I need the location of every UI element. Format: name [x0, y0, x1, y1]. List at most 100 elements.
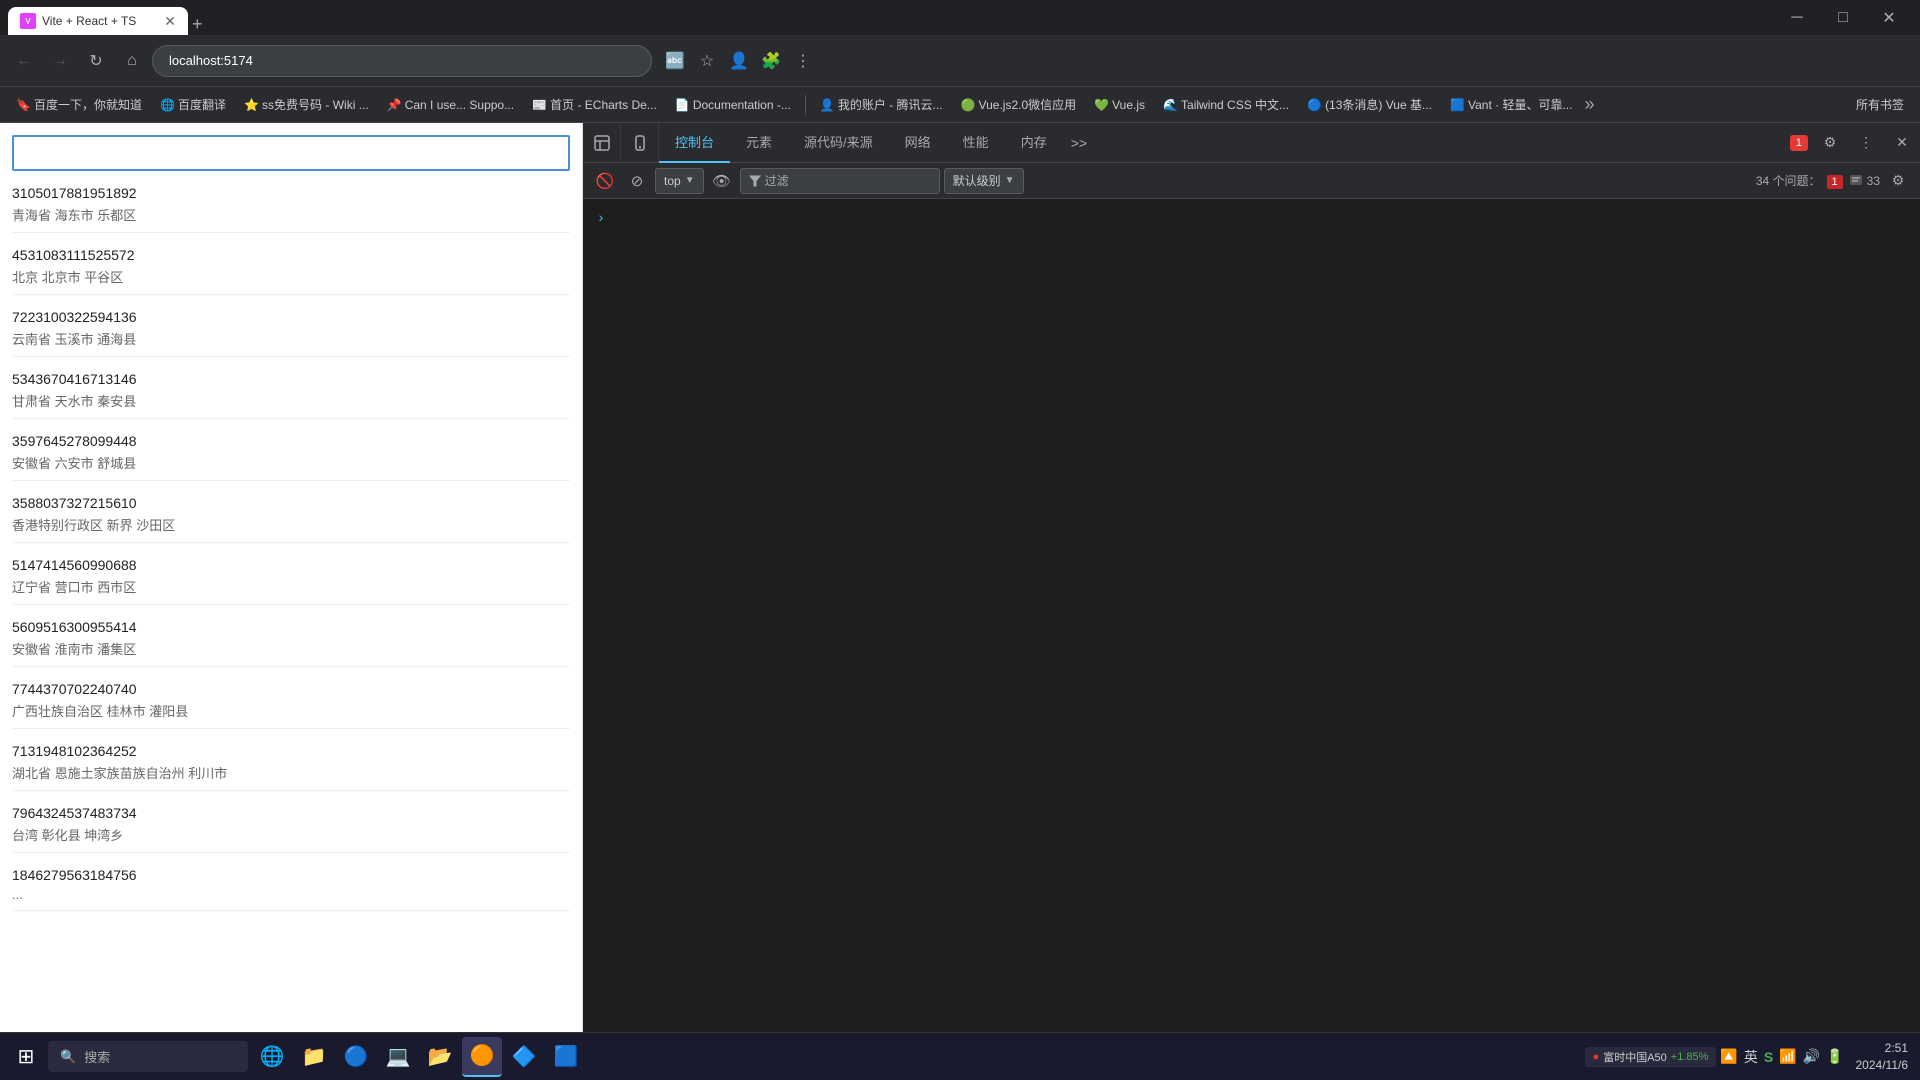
bookmark-icon[interactable]: ☆	[692, 46, 722, 76]
all-bookmarks-button[interactable]: 所有书签	[1848, 92, 1912, 117]
reload-button[interactable]: ↻	[80, 45, 112, 77]
devtools-tab-1[interactable]: 元素	[730, 123, 788, 163]
bookmark-favicon-11: 🟦	[1450, 98, 1464, 112]
console-filter-button[interactable]: ⊘	[623, 167, 651, 195]
close-button[interactable]: ✕	[1866, 0, 1912, 35]
bookmark-label-8: Vue.js	[1112, 98, 1145, 112]
settings-icon[interactable]: ⋮	[788, 46, 818, 76]
log-level-label: 默认级别	[953, 172, 1001, 189]
devtools-tab-3[interactable]: 网络	[889, 123, 947, 163]
address-bar: ← → ↻ ⌂ 🔤 ☆ 👤 🧩 ⋮	[0, 35, 1920, 87]
bookmark-favicon-0: 🔖	[16, 98, 30, 112]
address-input[interactable]	[152, 45, 652, 77]
bookmark-item-9[interactable]: 🌊 Tailwind CSS 中文...	[1155, 92, 1297, 117]
minimize-button[interactable]: ─	[1774, 0, 1820, 35]
list-item: 5609516300955414 安徽省 淮南市 潘集区	[12, 605, 570, 667]
warning-count-label: 33	[1849, 174, 1880, 188]
extensions-icon[interactable]: 🧩	[756, 46, 786, 76]
bookmark-label-0: 百度一下，你就知道	[34, 96, 142, 113]
back-button[interactable]: ←	[8, 45, 40, 77]
system-clock[interactable]: 2:51 2024/11/6	[1856, 1040, 1909, 1074]
devtools-more-tabs-button[interactable]: >>	[1063, 135, 1095, 151]
inspect-element-button[interactable]	[583, 123, 621, 163]
sogou-icon[interactable]: S	[1764, 1049, 1773, 1065]
network-icon[interactable]: 📶	[1779, 1048, 1796, 1065]
battery-icon[interactable]: 🔋	[1826, 1048, 1843, 1065]
devtools-tab-5[interactable]: 内存	[1005, 123, 1063, 163]
bookmark-favicon-8: 💚	[1094, 98, 1108, 112]
bookmark-item-7[interactable]: 🟢 Vue.js2.0微信应用	[953, 92, 1085, 117]
bookmark-item-11[interactable]: 🟦 Vant · 轻量、可靠...	[1442, 92, 1580, 117]
bookmark-separator	[805, 95, 806, 115]
data-address-1: 北京 北京市 平谷区	[12, 267, 570, 286]
devtools-tab-label-1: 元素	[746, 132, 772, 151]
bookmark-item-3[interactable]: 📌 Can I use... Suppo...	[379, 94, 522, 116]
chevron-up-icon[interactable]: 🔼	[1720, 1048, 1737, 1065]
new-tab-button[interactable]: +	[192, 14, 203, 35]
stock-indicator[interactable]: ● 富时中国A50 +1.85%	[1585, 1047, 1717, 1067]
taskbar-search[interactable]: 🔍 搜索	[48, 1041, 248, 1072]
data-address-5: 香港特别行政区 新界 沙田区	[12, 515, 570, 534]
log-level-selector[interactable]: 默认级别 ▼	[944, 168, 1024, 194]
user-icon[interactable]: 👤	[724, 46, 754, 76]
error-count: 1	[1796, 137, 1802, 149]
devtools-more-button[interactable]: ⋮	[1848, 123, 1884, 163]
title-bar: V Vite + React + TS ✕ + ─ □ ✕	[0, 0, 1920, 35]
volume-icon[interactable]: 🔊	[1803, 1048, 1820, 1065]
console-clear-button[interactable]: 🚫	[591, 167, 619, 195]
list-item: 5147414560990688 辽宁省 营口市 西市区	[12, 543, 570, 605]
bookmark-item-5[interactable]: 📄 Documentation -...	[667, 94, 799, 116]
devtools-tab-0[interactable]: 控制台	[659, 123, 730, 163]
forward-button[interactable]: →	[44, 45, 76, 77]
bookmark-item-1[interactable]: 🌐 百度翻译	[152, 92, 234, 117]
bookmark-label-10: (13条消息) Vue 基...	[1325, 96, 1432, 113]
list-item: 3105017881951892 青海省 海东市 乐都区	[12, 171, 570, 233]
chrome-button[interactable]: 🟠	[462, 1037, 502, 1077]
data-address-0: 青海省 海东市 乐都区	[12, 205, 570, 224]
eye-icon[interactable]: 👁	[708, 167, 736, 195]
bookmark-item-8[interactable]: 💚 Vue.js	[1086, 94, 1153, 116]
list-item: 3597645278099448 安徽省 六安市 舒城县	[12, 419, 570, 481]
terminal-button[interactable]: 🟦	[546, 1037, 586, 1077]
device-mode-button[interactable]	[621, 123, 659, 163]
vscode-button[interactable]: 🔷	[504, 1037, 544, 1077]
data-id-1: 4531083111525572	[12, 247, 570, 263]
bookmark-favicon-3: 📌	[387, 98, 401, 112]
bookmark-item-6[interactable]: 👤 我的账户 - 腾讯云...	[812, 92, 951, 117]
file-explorer-button[interactable]: 📁	[294, 1037, 334, 1077]
console-filter-input[interactable]: 过滤	[740, 168, 940, 194]
devtools-tab-2[interactable]: 源代码/来源	[788, 123, 889, 163]
bookmark-item-0[interactable]: 🔖 百度一下，你就知道	[8, 92, 150, 117]
devtools-right-icons: 1 ⚙ ⋮ ✕	[1790, 123, 1920, 163]
context-selector[interactable]: top ▼	[655, 168, 704, 194]
bookmark-item-10[interactable]: 🔵 (13条消息) Vue 基...	[1299, 92, 1440, 117]
maximize-button[interactable]: □	[1820, 0, 1866, 35]
console-expand-button[interactable]: ›	[591, 207, 611, 227]
translate-icon[interactable]: 🔤	[660, 46, 690, 76]
devtools-tab-4[interactable]: 性能	[947, 123, 1005, 163]
bookmark-favicon-6: 👤	[820, 98, 834, 112]
search-input[interactable]	[12, 135, 570, 171]
console-settings-button[interactable]: ⚙	[1884, 167, 1912, 195]
data-list-container: 3105017881951892 青海省 海东市 乐都区 45310831115…	[0, 171, 582, 1032]
input-method-icon[interactable]: 英	[1744, 1047, 1758, 1067]
clock-date: 2024/11/6	[1856, 1057, 1909, 1074]
edge-button[interactable]: 🔵	[336, 1037, 376, 1077]
task-view-button[interactable]: 🌐	[252, 1037, 292, 1077]
active-tab[interactable]: V Vite + React + TS ✕	[8, 7, 188, 35]
devtools-settings-button[interactable]: ⚙	[1812, 123, 1848, 163]
home-button[interactable]: ⌂	[116, 45, 148, 77]
devtools-close-button[interactable]: ✕	[1884, 123, 1920, 163]
bookmark-item-4[interactable]: 📰 首页 - ECharts De...	[524, 92, 665, 117]
data-address-2: 云南省 玉溪市 通海县	[12, 329, 570, 348]
warning-count: 33	[1867, 174, 1880, 188]
bookmark-item-2[interactable]: ⭐ ss免费号码 - Wiki ...	[236, 92, 377, 117]
tab-close-button[interactable]: ✕	[164, 13, 176, 30]
vs-button[interactable]: 💻	[378, 1037, 418, 1077]
issues-count: 34 个问题： 1 33	[1756, 172, 1880, 189]
folder-button[interactable]: 📂	[420, 1037, 460, 1077]
bookmarks-more-button[interactable]: »	[1584, 94, 1594, 115]
data-id-4: 3597645278099448	[12, 433, 570, 449]
list-item: 3588037327215610 香港特别行政区 新界 沙田区	[12, 481, 570, 543]
start-button[interactable]: ⊞	[4, 1035, 48, 1079]
